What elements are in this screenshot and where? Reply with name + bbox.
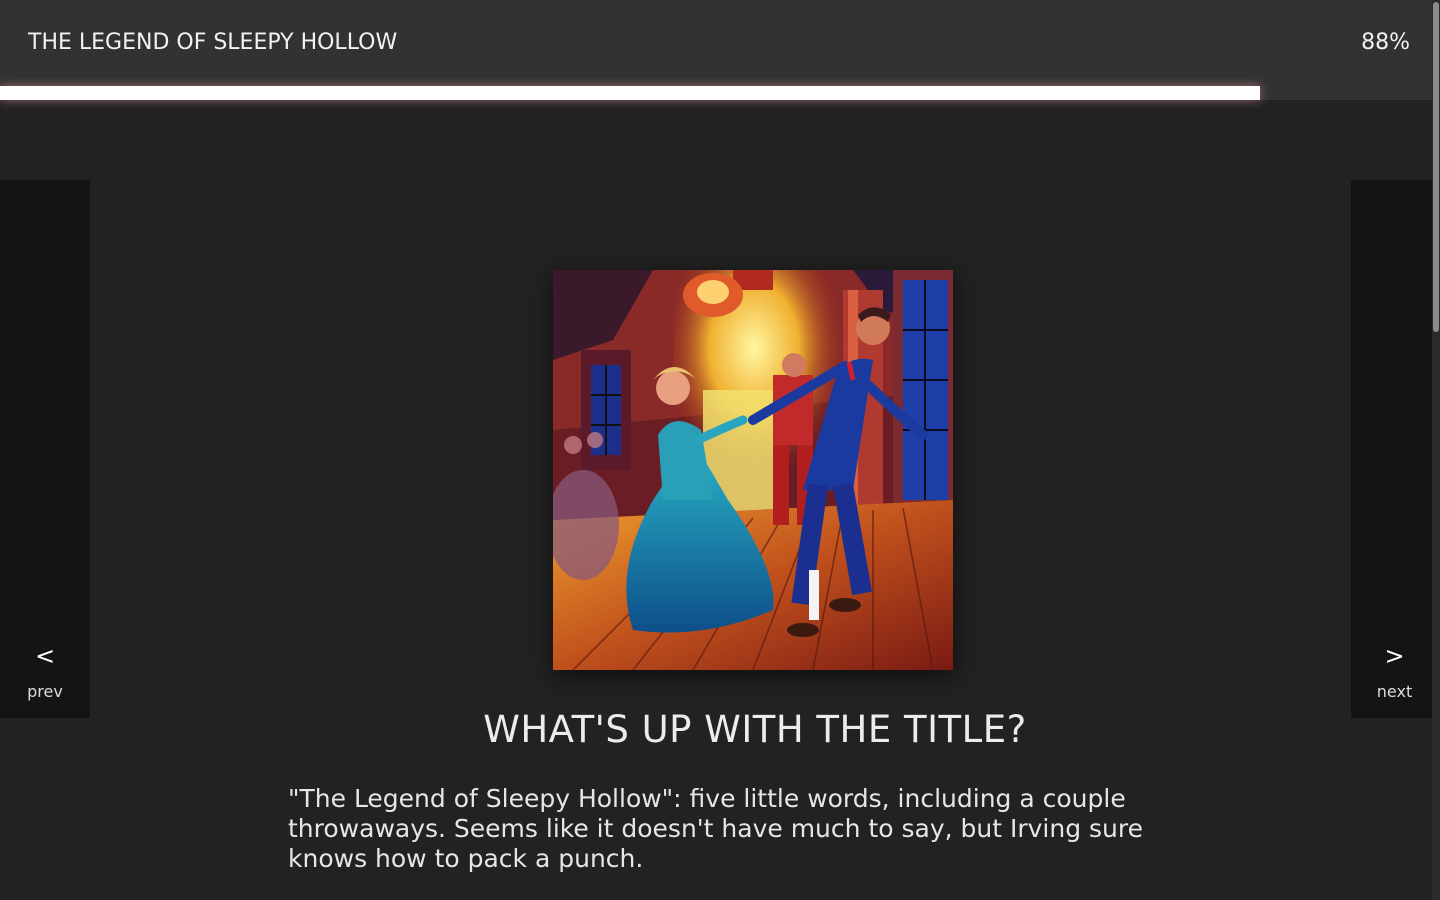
top-bar: THE LEGEND OF SLEEPY HOLLOW 88% [0,0,1432,100]
scrollbar-thumb[interactable] [1433,2,1439,332]
next-button[interactable]: > next [1351,180,1432,718]
progress-fill [0,86,1260,100]
body-paragraph: "The Legend of Sleepy Hollow": five litt… [288,784,1144,873]
chevron-right-icon: > [1384,642,1405,670]
progress-bar [0,86,1432,100]
next-label: next [1376,682,1413,701]
chevron-left-icon: < [34,642,56,670]
prev-label: prev [27,682,63,701]
progress-percent: 88% [1361,30,1410,55]
prev-button[interactable]: < prev [0,180,90,718]
section-heading: WHAT'S UP WITH THE TITLE? [483,708,1027,751]
book-title: THE LEGEND OF SLEEPY HOLLOW [28,30,398,55]
scrollbar[interactable] [1432,0,1440,900]
chapter-illustration [553,270,953,670]
